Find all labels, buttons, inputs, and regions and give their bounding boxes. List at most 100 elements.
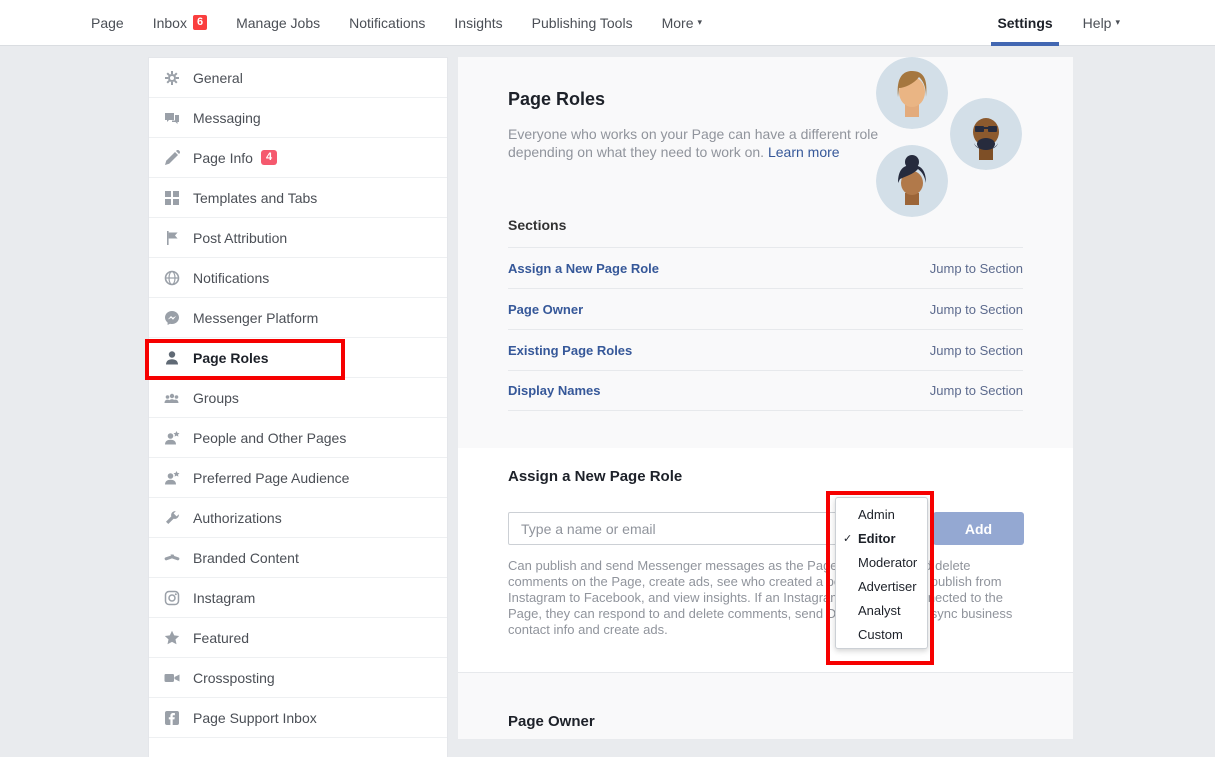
sidebar-item-page-roles[interactable]: Page Roles [149,338,447,378]
nav-label: Manage Jobs [236,15,320,31]
section-row-existing-page-roles: Existing Page Roles Jump to Section [508,329,1023,370]
jump-to-section-link[interactable]: Jump to Section [930,261,1023,276]
avatar [876,57,948,129]
sidebar-item-groups[interactable]: Groups [149,378,447,418]
section-link[interactable]: Display Names [508,383,601,398]
flag-icon [164,230,180,246]
sidebar-item-page-info[interactable]: Page Info 4 [149,138,447,178]
section-link[interactable]: Existing Page Roles [508,343,632,358]
sidebar-item-featured[interactable]: Featured [149,618,447,658]
role-option-analyst[interactable]: Analyst [836,599,927,623]
sidebar-item-preferred-page-audience[interactable]: Preferred Page Audience [149,458,447,498]
role-option-editor[interactable]: ✓ Editor [836,527,927,551]
nav-item-inbox[interactable]: Inbox 6 [153,0,207,45]
handshake-icon [164,550,180,566]
assign-new-page-role-section: Assign a New Page Role Add Can publish a… [458,448,1073,672]
chat-icon [164,110,180,126]
sidebar-item-label: Authorizations [193,510,282,526]
page-owner-title: Page Owner [508,713,595,730]
avatar [950,98,1022,170]
video-camera-icon [164,670,180,686]
nav-label: Help [1083,15,1112,31]
jump-to-section-link[interactable]: Jump to Section [930,343,1023,358]
sidebar-item-label: Branded Content [193,550,299,566]
caret-down-icon: ▾ [1115,17,1120,28]
sidebar-item-page-support-inbox[interactable]: Page Support Inbox [149,698,447,738]
jump-to-section-link[interactable]: Jump to Section [930,383,1023,398]
sidebar-item-label: Featured [193,630,249,646]
nav-item-help[interactable]: Help ▾ [1083,0,1120,45]
sidebar-item-label: Messaging [193,110,261,126]
nav-label: Settings [997,15,1052,31]
sidebar-item-label: Notifications [193,270,269,286]
facebook-icon [164,710,180,726]
sidebar-item-post-attribution[interactable]: Post Attribution [149,218,447,258]
jump-to-section-link[interactable]: Jump to Section [930,302,1023,317]
section-row-display-names: Display Names Jump to Section [508,370,1023,411]
sidebar-item-messenger-platform[interactable]: Messenger Platform [149,298,447,338]
add-button[interactable]: Add [933,512,1024,545]
sidebar-item-label: Instagram [193,590,255,606]
sections-header: Sections [508,217,566,233]
nav-item-manage-jobs[interactable]: Manage Jobs [236,0,320,45]
assign-section-title: Assign a New Page Role [508,468,682,485]
nav-label: Publishing Tools [532,15,633,31]
pencil-icon [164,150,180,166]
nav-item-insights[interactable]: Insights [454,0,502,45]
nav-label: More [662,15,694,31]
page-title: Page Roles [508,89,605,110]
section-row-assign-new-page-role: Assign a New Page Role Jump to Section [508,247,1023,288]
sidebar-item-templates-and-tabs[interactable]: Templates and Tabs [149,178,447,218]
section-row-page-owner: Page Owner Jump to Section [508,288,1023,329]
section-link[interactable]: Page Owner [508,302,583,317]
nav-item-publishing-tools[interactable]: Publishing Tools [532,0,633,45]
nav-item-notifications[interactable]: Notifications [349,0,425,45]
page-owner-section: Page Owner [458,672,1073,739]
wrench-icon [164,510,180,526]
sidebar-item-label: Post Attribution [193,230,287,246]
nav-item-settings[interactable]: Settings [997,0,1052,45]
sidebar-item-authorizations[interactable]: Authorizations [149,498,447,538]
nav-left: Page Inbox 6 Manage Jobs Notifications I… [91,0,702,45]
sidebar-item-general[interactable]: General [149,58,447,98]
learn-more-link[interactable]: Learn more [768,144,840,160]
people-icon [164,390,180,406]
role-dropdown-menu: Admin ✓ Editor Moderator Advertiser Anal… [835,497,928,649]
page-roles-panel: Page Roles Everyone who works on your Pa… [458,57,1073,739]
settings-sidebar: General Messaging Page Info 4 Templates … [148,57,448,757]
nav-item-page[interactable]: Page [91,0,124,45]
sidebar-item-branded-content[interactable]: Branded Content [149,538,447,578]
page-info-count-badge: 4 [261,150,277,165]
person-star-icon [164,470,180,486]
page-description: Everyone who works on your Page can have… [508,125,896,161]
globe-icon [164,270,180,286]
sidebar-item-notifications[interactable]: Notifications [149,258,447,298]
check-icon: ✓ [843,527,852,551]
person-icon [164,350,180,366]
section-link[interactable]: Assign a New Page Role [508,261,659,276]
sidebar-item-people-and-other-pages[interactable]: People and Other Pages [149,418,447,458]
nav-item-more[interactable]: More ▾ [662,0,702,45]
sidebar-item-label: Page Roles [193,350,268,366]
role-option-admin[interactable]: Admin [836,503,927,527]
sidebar-item-label: Templates and Tabs [193,190,317,206]
sidebar-item-label: Crossposting [193,670,275,686]
nav-right: Settings Help ▾ [997,0,1120,45]
sidebar-item-label: General [193,70,243,86]
facebook-page-settings: Page Inbox 6 Manage Jobs Notifications I… [0,0,1215,739]
avatar [876,145,948,217]
sidebar-item-instagram[interactable]: Instagram [149,578,447,618]
role-option-custom[interactable]: Custom [836,623,927,647]
sections-list: Assign a New Page Role Jump to Section P… [508,247,1023,411]
role-option-advertiser[interactable]: Advertiser [836,575,927,599]
sidebar-item-crossposting[interactable]: Crossposting [149,658,447,698]
nav-label: Insights [454,15,502,31]
sidebar-item-label: People and Other Pages [193,430,346,446]
sidebar-item-messaging[interactable]: Messaging [149,98,447,138]
role-option-moderator[interactable]: Moderator [836,551,927,575]
grid-icon [164,190,180,206]
instagram-icon [164,590,180,606]
sidebar-item-label: Groups [193,390,239,406]
sidebar-item-label: Page Support Inbox [193,710,317,726]
page-roles-overview-section: Page Roles Everyone who works on your Pa… [458,57,1073,448]
